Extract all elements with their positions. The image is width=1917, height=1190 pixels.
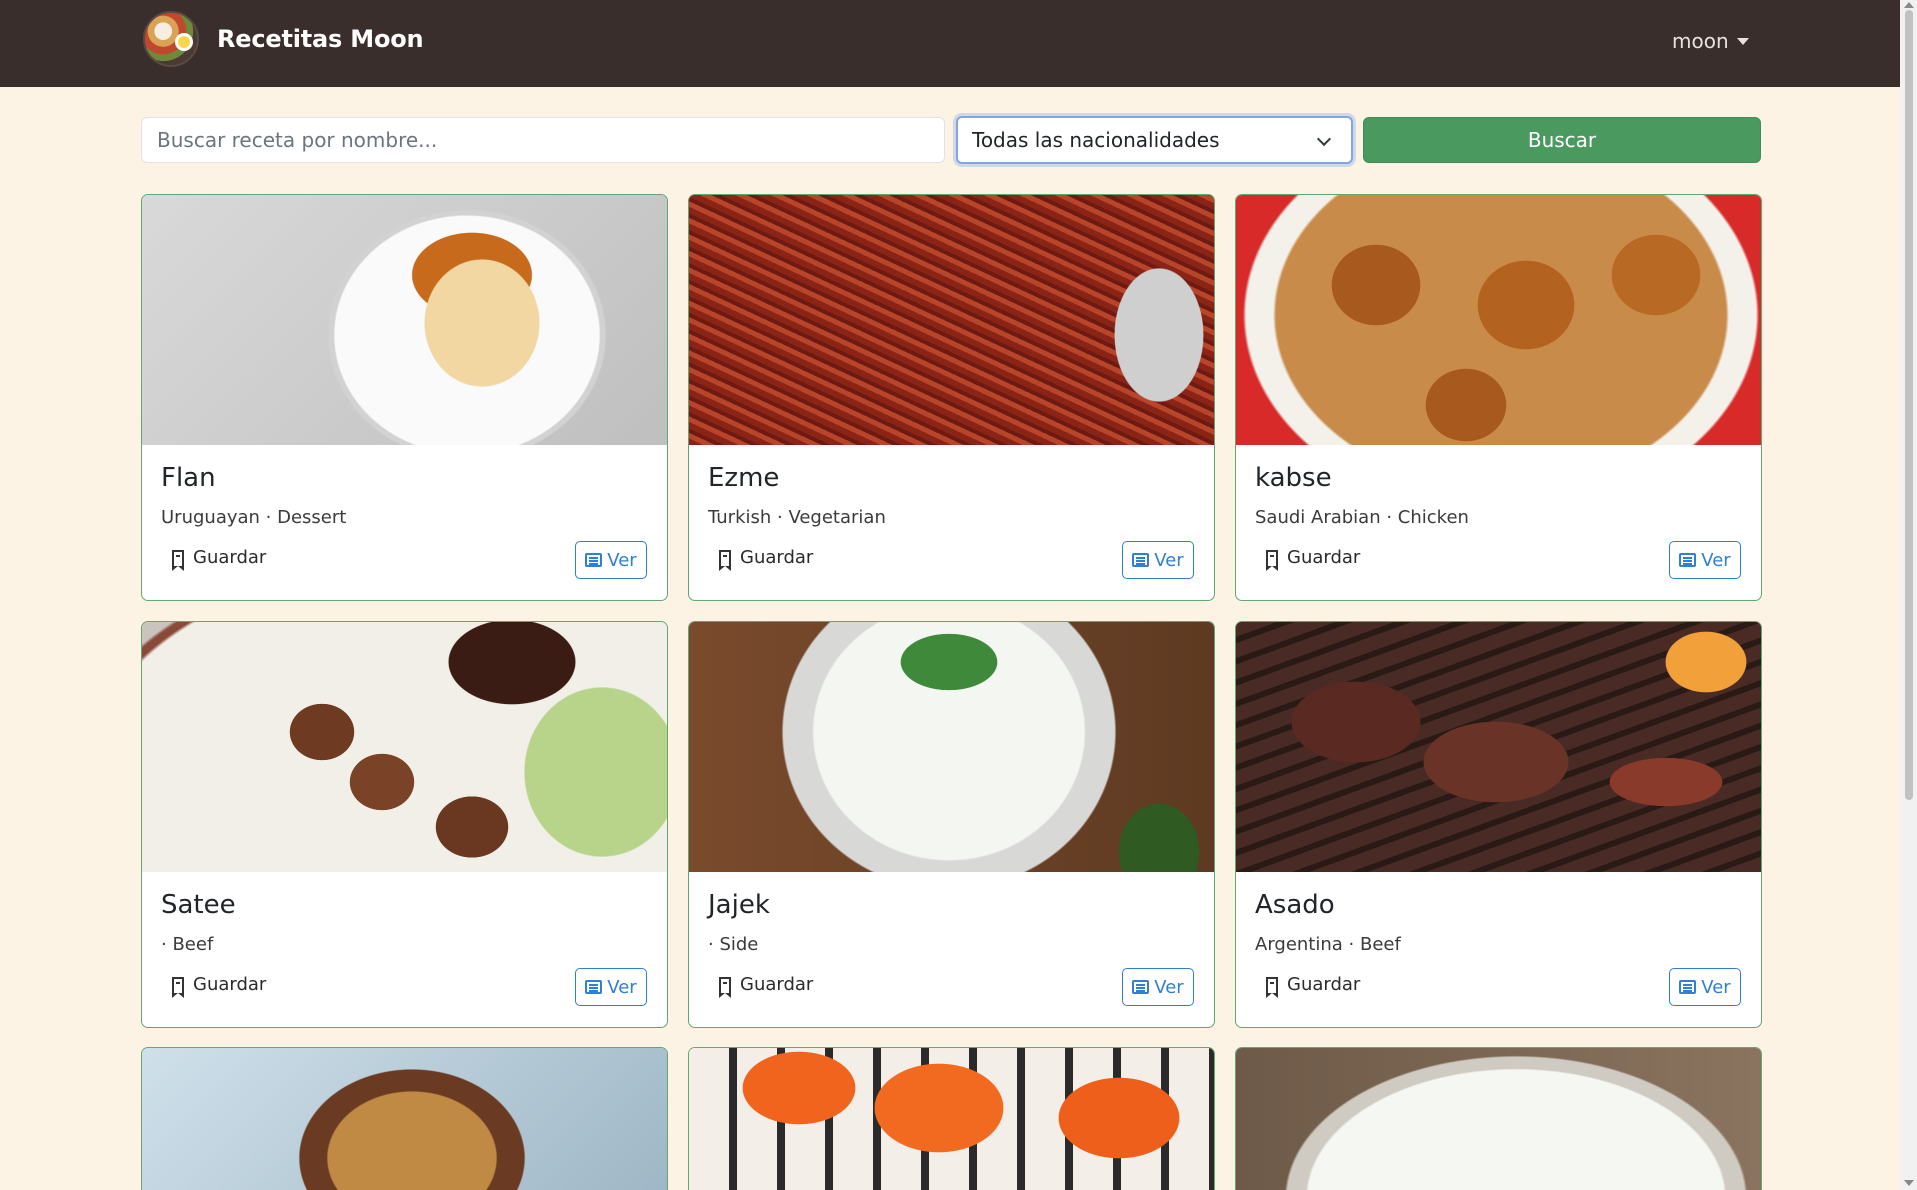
list-icon xyxy=(1679,980,1697,994)
recipe-card xyxy=(688,1047,1215,1190)
recipe-title: kabse xyxy=(1255,463,1332,493)
view-button[interactable]: Ver xyxy=(1669,541,1741,579)
recipe-subtitle: Argentina · Beef xyxy=(1255,934,1401,955)
save-button[interactable]: Guardar xyxy=(172,547,267,571)
list-icon xyxy=(585,980,603,994)
view-button[interactable]: Ver xyxy=(575,541,647,579)
brand-link[interactable]: Recetitas Moon xyxy=(143,11,424,67)
brand-name: Recetitas Moon xyxy=(217,25,424,53)
page-scrollbar[interactable] xyxy=(1900,0,1917,1190)
recipe-card xyxy=(1235,1047,1762,1190)
view-label: Ver xyxy=(1154,549,1184,571)
recipe-card: Jajek · Side Guardar Ver xyxy=(688,621,1215,1028)
bookmark-icon xyxy=(719,976,731,998)
user-menu-dropdown[interactable]: moon xyxy=(1672,26,1749,56)
save-button[interactable]: Guardar xyxy=(719,547,814,571)
save-label: Guardar xyxy=(1287,974,1361,995)
nationality-select-value: Todas las nacionalidades xyxy=(972,128,1220,152)
view-label: Ver xyxy=(1154,976,1184,998)
bookmark-icon xyxy=(719,549,731,571)
bookmark-icon xyxy=(172,976,184,998)
view-label: Ver xyxy=(607,976,637,998)
recipe-card: kabse Saudi Arabian · Chicken Guardar Ve… xyxy=(1235,194,1762,601)
nationality-select[interactable]: Todas las nacionalidades xyxy=(956,116,1353,164)
list-icon xyxy=(585,553,603,567)
search-button[interactable]: Buscar xyxy=(1363,117,1761,163)
user-name: moon xyxy=(1672,29,1729,53)
caret-down-icon xyxy=(1736,37,1749,45)
recipe-card xyxy=(141,1047,668,1190)
list-icon xyxy=(1132,980,1150,994)
recipe-card: Satee · Beef Guardar Ver xyxy=(141,621,668,1028)
recipe-card: Asado Argentina · Beef Guardar Ver xyxy=(1235,621,1762,1028)
recipe-card: Ezme Turkish · Vegetarian Guardar Ver xyxy=(688,194,1215,601)
recipe-image[interactable] xyxy=(689,622,1214,872)
recipe-title: Flan xyxy=(161,463,216,493)
recipe-image[interactable] xyxy=(142,1048,667,1190)
recipe-image[interactable] xyxy=(689,195,1214,445)
view-button[interactable]: Ver xyxy=(1669,968,1741,1006)
bookmark-icon xyxy=(1266,549,1278,571)
recipe-image[interactable] xyxy=(1236,1048,1761,1190)
recipe-title: Asado xyxy=(1255,890,1335,920)
recipe-title: Jajek xyxy=(708,890,770,920)
scroll-down-arrow-icon[interactable] xyxy=(1904,1180,1914,1186)
food-plate-logo xyxy=(143,11,199,67)
save-label: Guardar xyxy=(193,547,267,568)
view-button[interactable]: Ver xyxy=(1122,541,1194,579)
recipe-title: Satee xyxy=(161,890,236,920)
recipe-image[interactable] xyxy=(689,1048,1214,1190)
scroll-up-arrow-icon[interactable] xyxy=(1904,2,1914,8)
chevron-down-icon xyxy=(1316,131,1332,147)
list-icon xyxy=(1679,553,1697,567)
save-button[interactable]: Guardar xyxy=(1266,547,1361,571)
recipe-card: Flan Uruguayan · Dessert Guardar Ver xyxy=(141,194,668,601)
scrollbar-thumb[interactable] xyxy=(1905,10,1913,800)
view-label: Ver xyxy=(607,549,637,571)
recipe-subtitle: · Side xyxy=(708,934,759,955)
recipe-image[interactable] xyxy=(1236,195,1761,445)
recipe-title: Ezme xyxy=(708,463,780,493)
save-button[interactable]: Guardar xyxy=(719,974,814,998)
save-label: Guardar xyxy=(740,974,814,995)
recipe-subtitle: Turkish · Vegetarian xyxy=(708,507,886,528)
bookmark-icon xyxy=(172,549,184,571)
navbar: Recetitas Moon moon xyxy=(0,0,1900,87)
view-label: Ver xyxy=(1701,549,1731,571)
recipe-image[interactable] xyxy=(142,622,667,872)
recipe-image[interactable] xyxy=(1236,622,1761,872)
recipe-image[interactable] xyxy=(142,195,667,445)
save-button[interactable]: Guardar xyxy=(1266,974,1361,998)
recipe-subtitle: Saudi Arabian · Chicken xyxy=(1255,507,1469,528)
recipe-subtitle: · Beef xyxy=(161,934,214,955)
bookmark-icon xyxy=(1266,976,1278,998)
save-label: Guardar xyxy=(1287,547,1361,568)
view-button[interactable]: Ver xyxy=(575,968,647,1006)
save-button[interactable]: Guardar xyxy=(172,974,267,998)
view-label: Ver xyxy=(1701,976,1731,998)
recipe-subtitle: Uruguayan · Dessert xyxy=(161,507,347,528)
search-input[interactable] xyxy=(141,117,945,163)
save-label: Guardar xyxy=(740,547,814,568)
view-button[interactable]: Ver xyxy=(1122,968,1194,1006)
list-icon xyxy=(1132,553,1150,567)
save-label: Guardar xyxy=(193,974,267,995)
